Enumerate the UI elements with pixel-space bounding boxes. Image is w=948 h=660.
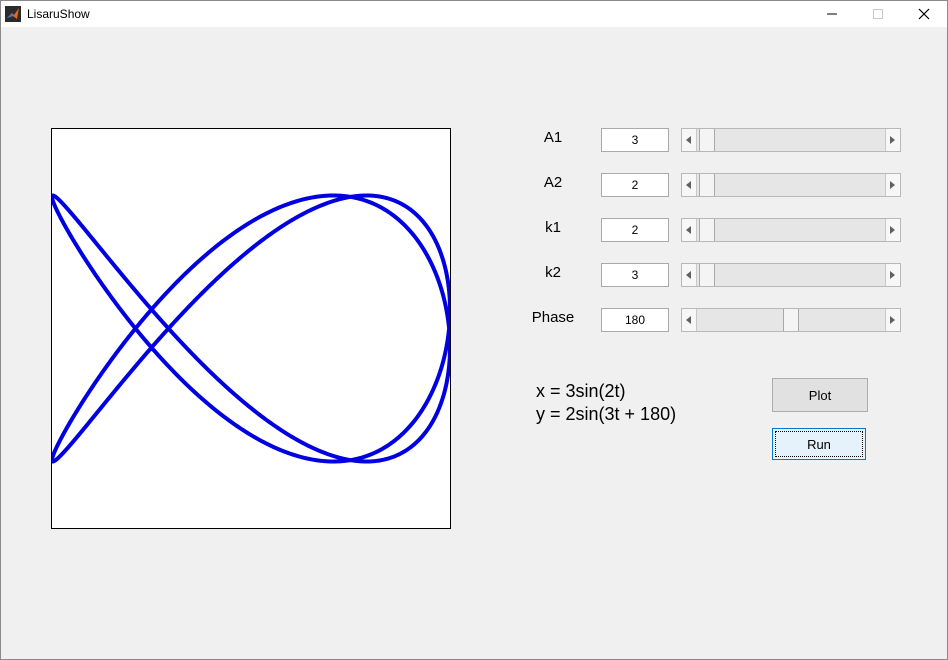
- minimize-icon: [827, 13, 837, 15]
- slider-thumb[interactable]: [699, 219, 716, 241]
- phase-input[interactable]: 180: [601, 308, 669, 332]
- title-bar[interactable]: LisaruShow: [1, 1, 947, 27]
- run-button[interactable]: Run: [772, 428, 866, 460]
- label-k1: k1: [545, 219, 561, 236]
- k2-input[interactable]: 3: [601, 263, 669, 287]
- k1-slider[interactable]: [681, 218, 901, 242]
- maximize-icon: [873, 9, 883, 19]
- label-a2: A2: [543, 174, 563, 191]
- phase-slider[interactable]: [681, 308, 901, 332]
- app-window: LisaruShow A1 3 A2 2 k1 2 k2 3 Phase 180…: [0, 0, 948, 660]
- close-button[interactable]: [901, 1, 947, 27]
- a1-input[interactable]: 3: [601, 128, 669, 152]
- slider-thumb[interactable]: [699, 174, 716, 196]
- slider-thumb[interactable]: [699, 129, 716, 151]
- lissajous-plot: [52, 193, 450, 464]
- formula-x: x = 3sin(2t): [536, 381, 626, 401]
- focus-rect: [775, 431, 863, 457]
- window-title: LisaruShow: [27, 7, 90, 21]
- label-k2: k2: [545, 264, 561, 281]
- slider-left-arrow-icon[interactable]: [682, 264, 697, 286]
- maximize-button[interactable]: [855, 1, 901, 27]
- plot-button[interactable]: Plot: [772, 378, 868, 412]
- minimize-button[interactable]: [809, 1, 855, 27]
- slider-left-arrow-icon[interactable]: [682, 219, 697, 241]
- plot-axes: [51, 128, 451, 529]
- slider-right-arrow-icon[interactable]: [885, 129, 900, 151]
- formula-y: y = 2sin(3t + 180): [536, 404, 677, 424]
- slider-right-arrow-icon[interactable]: [885, 219, 900, 241]
- k1-input[interactable]: 2: [601, 218, 669, 242]
- label-phase: Phase: [531, 309, 575, 326]
- a2-input[interactable]: 2: [601, 173, 669, 197]
- close-icon: [918, 8, 930, 20]
- slider-right-arrow-icon[interactable]: [885, 309, 900, 331]
- slider-right-arrow-icon[interactable]: [885, 264, 900, 286]
- slider-left-arrow-icon[interactable]: [682, 309, 697, 331]
- slider-right-arrow-icon[interactable]: [885, 174, 900, 196]
- matlab-icon: [5, 6, 21, 22]
- k2-slider[interactable]: [681, 263, 901, 287]
- slider-left-arrow-icon[interactable]: [682, 129, 697, 151]
- a2-slider[interactable]: [681, 173, 901, 197]
- slider-left-arrow-icon[interactable]: [682, 174, 697, 196]
- label-a1: A1: [543, 129, 563, 146]
- slider-thumb[interactable]: [783, 309, 799, 331]
- a1-slider[interactable]: [681, 128, 901, 152]
- slider-thumb[interactable]: [699, 264, 716, 286]
- lissajous-curve: [52, 193, 450, 464]
